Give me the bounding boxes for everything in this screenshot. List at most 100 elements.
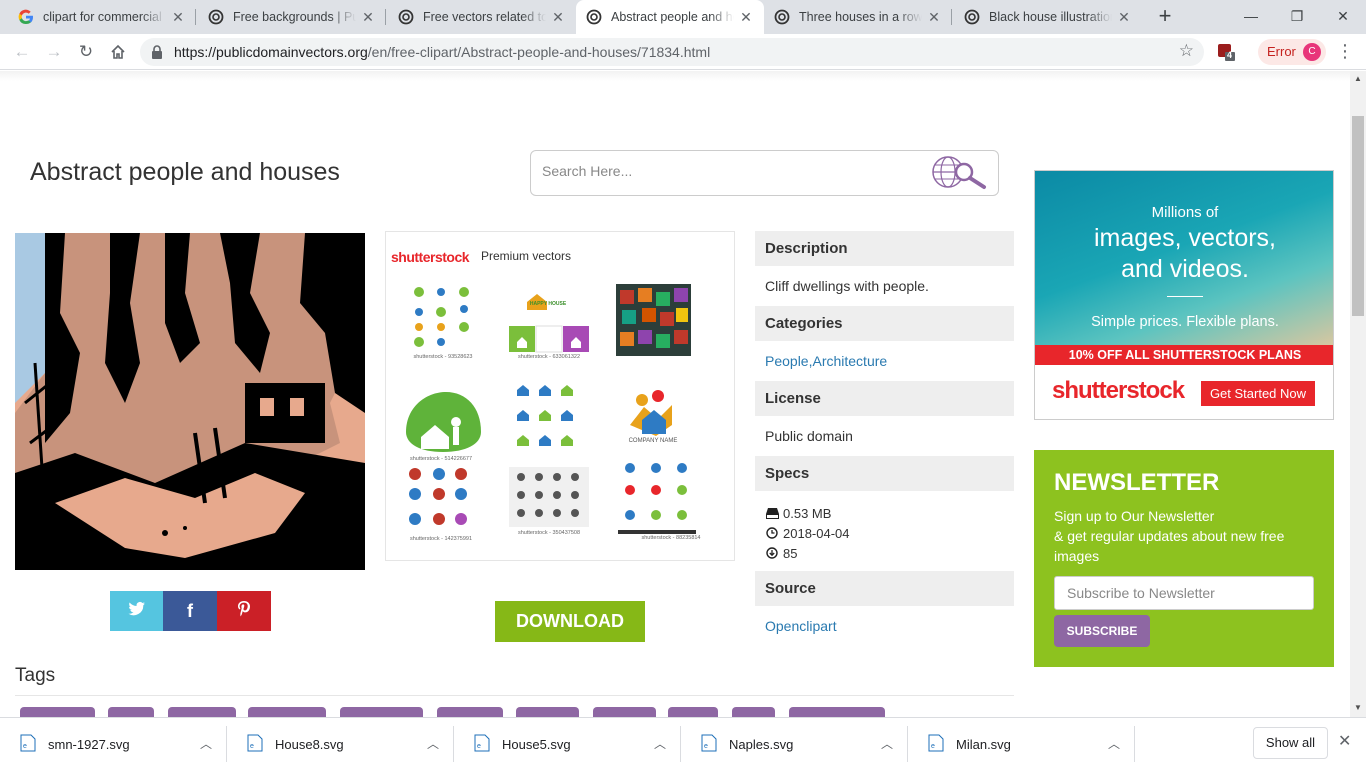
maximize-button[interactable]: ❐ bbox=[1274, 0, 1320, 34]
info-panel: Description Cliff dwellings with people.… bbox=[755, 231, 1014, 646]
source-heading: Source bbox=[755, 571, 1014, 606]
tag-chip[interactable] bbox=[340, 707, 423, 717]
tab-close-icon[interactable]: ✕ bbox=[550, 9, 566, 26]
tag-chip[interactable] bbox=[108, 707, 154, 717]
twitter-share-button[interactable] bbox=[110, 591, 164, 631]
google-g-icon bbox=[18, 9, 34, 25]
spec-size-value: 0.53 MB bbox=[783, 505, 832, 521]
chevron-up-icon[interactable]: ︿ bbox=[1108, 735, 1120, 752]
tab-clipart[interactable]: clipart for commercial u ✕ bbox=[8, 0, 196, 34]
chevron-up-icon[interactable]: ︿ bbox=[881, 735, 893, 752]
chevron-up-icon[interactable]: ︿ bbox=[427, 735, 439, 752]
promo-thumb[interactable] bbox=[401, 464, 481, 544]
premium-vectors-promo[interactable]: shutterstock Premium vectors shutterstoc… bbox=[385, 231, 735, 561]
tab-black-house[interactable]: Black house illustration ✕ bbox=[954, 0, 1142, 34]
promo-thumb[interactable] bbox=[509, 282, 589, 362]
download-item[interactable]: e House8.svg ︿ bbox=[227, 726, 454, 762]
tab-separator bbox=[385, 9, 386, 25]
newsletter-panel: NEWSLETTER Sign up to Our Newsletter & g… bbox=[1034, 450, 1334, 667]
tab-free-backgrounds[interactable]: Free backgrounds | Pub ✕ bbox=[198, 0, 386, 34]
bookmark-star-icon[interactable]: ☆ bbox=[1179, 41, 1194, 61]
tab-close-icon[interactable]: ✕ bbox=[360, 9, 376, 26]
promo-caption: shutterstock - 142375991 bbox=[409, 536, 473, 542]
ad-shutterstock-logo: shutterstock bbox=[1052, 377, 1185, 404]
reload-button[interactable]: ↻ bbox=[73, 39, 99, 65]
search-input[interactable] bbox=[542, 163, 922, 179]
pinterest-share-button[interactable] bbox=[217, 591, 271, 631]
back-button[interactable]: ← bbox=[9, 39, 35, 65]
svg-file-icon: e bbox=[20, 734, 36, 752]
tag-chip[interactable] bbox=[789, 707, 885, 717]
download-item[interactable]: e Naples.svg ︿ bbox=[681, 726, 908, 762]
tab-strip: clipart for commercial u ✕ Free backgrou… bbox=[0, 0, 1366, 34]
tag-chip[interactable] bbox=[668, 707, 718, 717]
subscribe-button[interactable]: SUBSCRIBE bbox=[1054, 615, 1150, 647]
facebook-share-button[interactable]: f bbox=[163, 591, 217, 631]
chevron-up-icon[interactable]: ︿ bbox=[200, 735, 212, 752]
promo-thumb[interactable] bbox=[404, 282, 484, 362]
tag-chip[interactable] bbox=[20, 707, 95, 717]
tag-chip[interactable] bbox=[732, 707, 775, 717]
profile-error-button[interactable]: Error C bbox=[1258, 39, 1326, 65]
forward-button[interactable]: → bbox=[41, 39, 67, 65]
download-button[interactable]: DOWNLOAD bbox=[495, 601, 645, 642]
newsletter-email-input[interactable] bbox=[1054, 576, 1314, 610]
browser-toolbar: ← → ↻ https://publicdomainvectors.org/en… bbox=[0, 34, 1366, 70]
license-heading: License bbox=[755, 381, 1014, 416]
extension-icon[interactable]: 4 bbox=[1217, 43, 1235, 61]
promo-thumb[interactable] bbox=[618, 460, 698, 540]
promo-thumb[interactable] bbox=[509, 380, 589, 460]
tab-free-vectors[interactable]: Free vectors related to ✕ bbox=[388, 0, 576, 34]
pdv-spiral-icon bbox=[774, 9, 790, 25]
spec-date-value: 2018-04-04 bbox=[783, 525, 850, 541]
facebook-icon: f bbox=[187, 600, 193, 621]
minimize-button[interactable]: — bbox=[1228, 0, 1274, 34]
address-bar[interactable]: https://publicdomainvectors.org/en/free-… bbox=[140, 38, 1204, 66]
promo-thumb[interactable] bbox=[401, 382, 481, 462]
close-window-button[interactable]: ✕ bbox=[1320, 0, 1366, 34]
download-item[interactable]: e Milan.svg ︿ bbox=[908, 726, 1135, 762]
svg-text:e: e bbox=[931, 743, 935, 750]
spec-downloads-value: 85 bbox=[783, 545, 798, 561]
tab-close-icon[interactable]: ✕ bbox=[170, 9, 186, 26]
show-all-downloads-button[interactable]: Show all bbox=[1253, 727, 1328, 759]
close-downloads-bar-icon[interactable]: ✕ bbox=[1338, 731, 1351, 751]
tab-close-icon[interactable]: ✕ bbox=[1116, 9, 1132, 26]
scroll-down-arrow-icon[interactable]: ▼ bbox=[1350, 703, 1366, 712]
main-clipart-image[interactable] bbox=[15, 233, 365, 570]
shutterstock-ad[interactable]: Millions of images, vectors, and videos.… bbox=[1034, 170, 1334, 420]
new-tab-button[interactable]: + bbox=[1152, 4, 1178, 30]
hard-drive-icon bbox=[765, 506, 779, 520]
scrollbar-thumb[interactable] bbox=[1352, 116, 1364, 316]
tab-separator bbox=[951, 9, 952, 25]
globe-search-icon[interactable] bbox=[930, 155, 988, 191]
tab-abstract-people[interactable]: Abstract people and ho ✕ bbox=[576, 0, 764, 34]
browser-menu-icon[interactable]: ⋮ bbox=[1336, 39, 1354, 65]
categories-link[interactable]: People,Architecture bbox=[765, 353, 887, 369]
tab-close-icon[interactable]: ✕ bbox=[926, 9, 942, 26]
promo-thumb-text: COMPANY NAME bbox=[628, 438, 678, 444]
home-button[interactable] bbox=[105, 39, 131, 65]
url-text: https://publicdomainvectors.org/en/free-… bbox=[174, 44, 710, 60]
download-item[interactable]: e smn-1927.svg ︿ bbox=[0, 726, 227, 762]
tag-chip[interactable] bbox=[248, 707, 326, 717]
arrow-left-icon: ← bbox=[13, 42, 31, 61]
tab-close-icon[interactable]: ✕ bbox=[738, 9, 754, 26]
promo-caption: shutterstock - 633061322 bbox=[517, 354, 581, 360]
avatar: C bbox=[1303, 43, 1321, 61]
tag-chip[interactable] bbox=[437, 707, 503, 717]
tag-chip[interactable] bbox=[516, 707, 579, 717]
promo-thumb[interactable] bbox=[616, 284, 696, 364]
promo-thumb[interactable] bbox=[616, 380, 696, 460]
promo-caption: shutterstock - 93528623 bbox=[413, 354, 473, 360]
ad-get-started-button[interactable]: Get Started Now bbox=[1201, 381, 1315, 406]
chevron-up-icon[interactable]: ︿ bbox=[654, 735, 666, 752]
source-link[interactable]: Openclipart bbox=[765, 618, 837, 634]
page-scrollbar[interactable]: ▲ ▼ bbox=[1350, 71, 1366, 717]
scroll-up-arrow-icon[interactable]: ▲ bbox=[1350, 74, 1366, 83]
tag-chip[interactable] bbox=[168, 707, 236, 717]
svg-text:e: e bbox=[250, 743, 254, 750]
tag-chip[interactable] bbox=[593, 707, 656, 717]
download-item[interactable]: e House5.svg ︿ bbox=[454, 726, 681, 762]
tab-three-houses[interactable]: Three houses in a row | ✕ bbox=[764, 0, 952, 34]
